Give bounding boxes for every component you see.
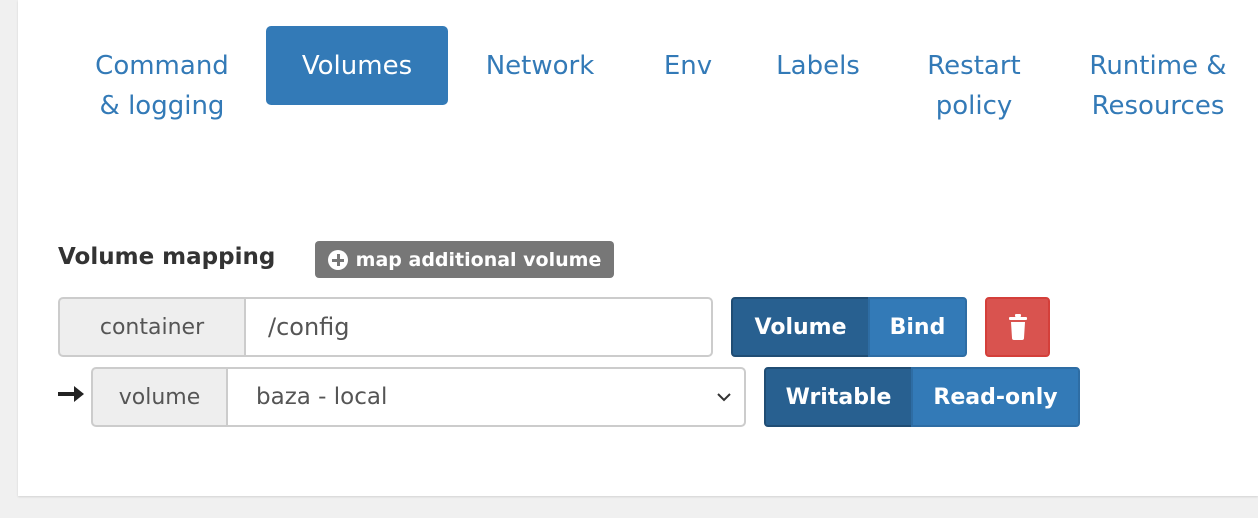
- select-value: baza - local: [256, 384, 388, 410]
- tab-restart-policy[interactable]: Restart policy: [910, 46, 1038, 126]
- container-config-tabs: Command & logging Volumes Network Env La…: [0, 0, 1258, 180]
- input-value: /config: [268, 313, 350, 341]
- trash-icon: [1008, 314, 1027, 340]
- tab-label: Labels: [776, 51, 860, 81]
- tab-volumes[interactable]: Volumes: [266, 26, 448, 105]
- tab-command-logging[interactable]: Command & logging: [84, 46, 240, 126]
- tab-runtime-resources[interactable]: Runtime & Resources: [1078, 46, 1238, 126]
- tab-label: Network: [485, 51, 595, 81]
- tab-label: Runtime & Resources: [1089, 51, 1227, 121]
- addon-label: volume: [118, 384, 201, 410]
- button-label: Bind: [889, 314, 946, 340]
- map-additional-volume-button[interactable]: map additional volume: [315, 241, 614, 278]
- read-only-button[interactable]: Read-only: [911, 367, 1080, 427]
- volume-select[interactable]: baza - local: [226, 367, 746, 427]
- button-label: Read-only: [933, 384, 1058, 410]
- tab-label: Volumes: [301, 50, 413, 81]
- volume-type-button[interactable]: Volume: [731, 297, 870, 357]
- writable-button[interactable]: Writable: [764, 367, 913, 427]
- volume-name-addon: volume: [91, 367, 228, 427]
- button-label: Writable: [785, 384, 892, 410]
- tab-env[interactable]: Env: [648, 46, 728, 86]
- section-title: Volume mapping: [58, 244, 276, 270]
- button-label: map additional volume: [355, 248, 602, 271]
- arrow-right-icon: [58, 386, 84, 402]
- remove-volume-button[interactable]: [985, 297, 1050, 357]
- bind-type-button[interactable]: Bind: [868, 297, 967, 357]
- tab-network[interactable]: Network: [470, 46, 610, 86]
- tab-labels[interactable]: Labels: [764, 46, 872, 86]
- chevron-down-icon: [717, 393, 731, 402]
- plus-circle-icon: [327, 249, 348, 270]
- tab-label: Env: [663, 51, 713, 81]
- tab-label: Restart policy: [927, 51, 1021, 121]
- addon-label: container: [99, 314, 205, 340]
- button-label: Volume: [754, 314, 847, 340]
- container-path-addon: container: [58, 297, 246, 357]
- tab-label: Command & logging: [95, 51, 229, 121]
- container-path-input[interactable]: /config: [244, 297, 713, 357]
